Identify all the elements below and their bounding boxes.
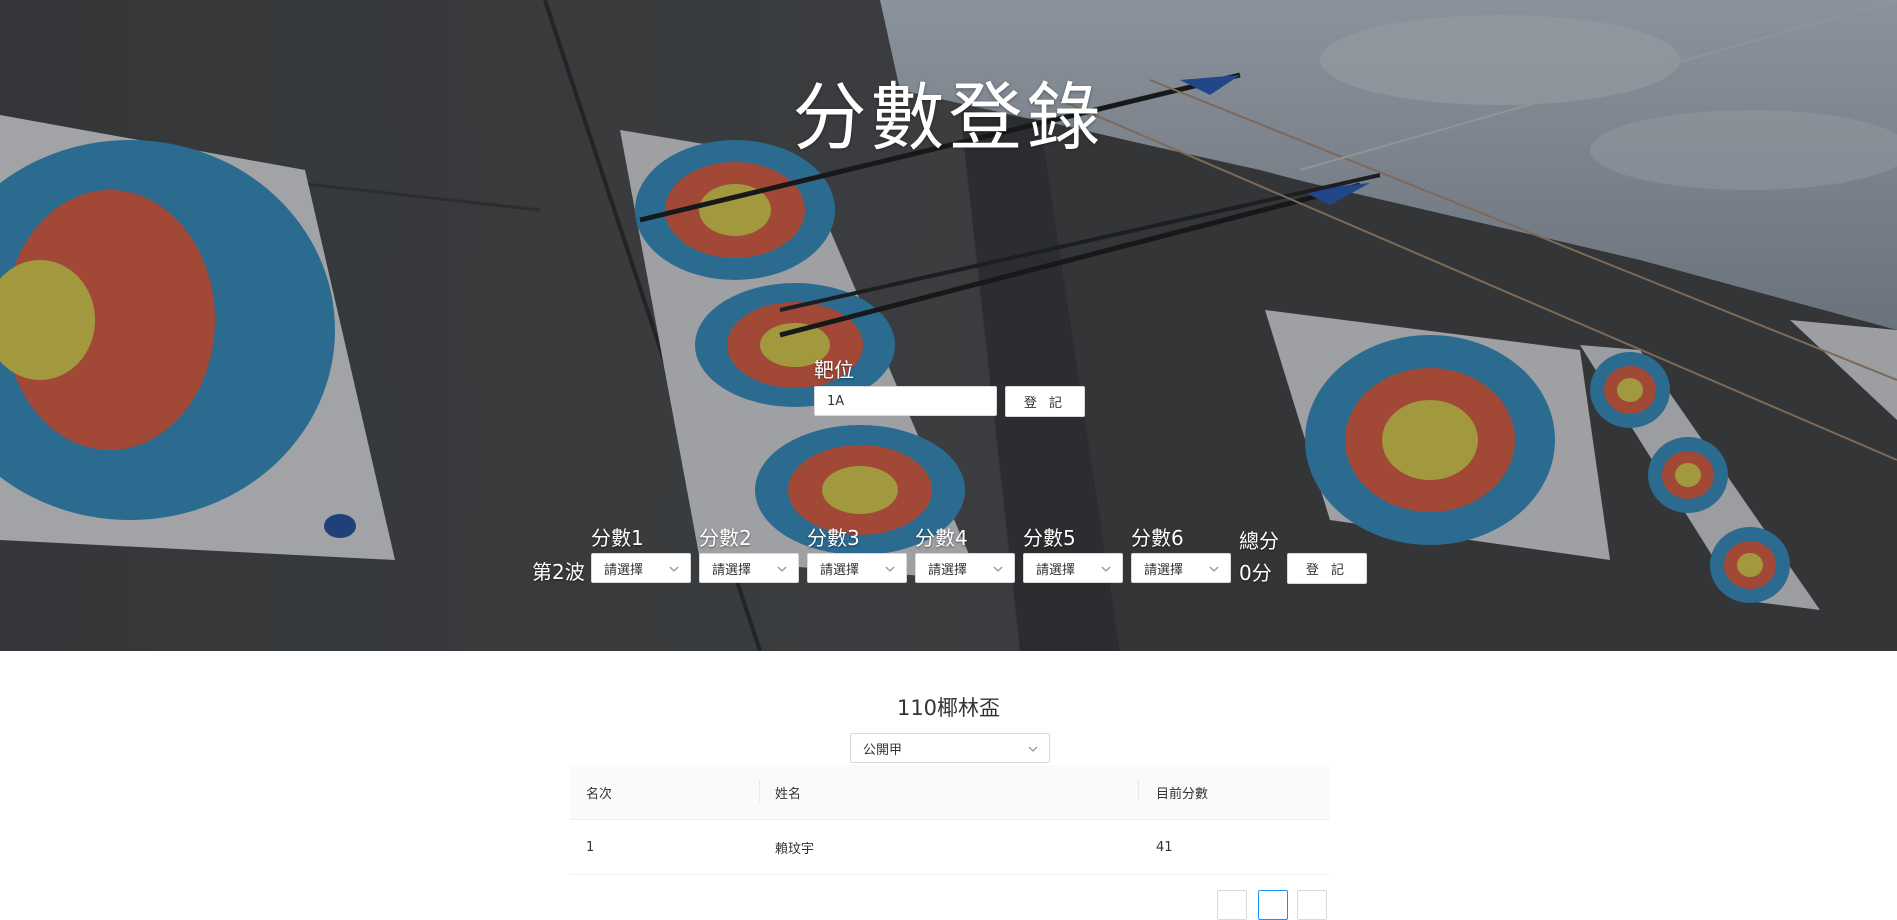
chevron-down-icon [1209, 566, 1219, 572]
score-submit-button[interactable]: 登 記 [1287, 553, 1367, 584]
score1-select-value: 請選擇 [604, 562, 644, 578]
wave-label: 第2波 [532, 560, 585, 584]
group-select-value: 公開甲 [863, 742, 903, 758]
chevron-down-icon [669, 566, 679, 572]
column-divider [759, 780, 760, 802]
score5-select-value: 請選擇 [1036, 562, 1076, 578]
score3-select-value: 請選擇 [820, 562, 860, 578]
cell-name: 賴玟宇 [775, 841, 815, 857]
score3-select[interactable]: 請選擇 [807, 553, 907, 583]
score2-label: 分數2 [699, 526, 752, 550]
table-header: 名次 姓名 目前分數 [570, 765, 1330, 820]
cell-rank: 1 [586, 839, 595, 855]
column-divider [1138, 780, 1139, 802]
column-header-rank: 名次 [586, 786, 613, 802]
ranking-table: 名次 姓名 目前分數 1 賴玟宇 41 [570, 765, 1330, 875]
score4-select[interactable]: 請選擇 [915, 553, 1015, 583]
score4-label: 分數4 [915, 526, 968, 550]
group-select[interactable]: 公開甲 [850, 733, 1050, 763]
target-input[interactable]: 1A [814, 386, 997, 416]
chevron-down-icon [885, 566, 895, 572]
column-header-name: 姓名 [775, 786, 802, 802]
score6-select-value: 請選擇 [1144, 562, 1184, 578]
pagination-next-button[interactable] [1297, 890, 1327, 920]
score4-select-value: 請選擇 [928, 562, 968, 578]
pagination-page-button[interactable] [1258, 890, 1288, 920]
score5-label: 分數5 [1023, 526, 1076, 550]
score3-label: 分數3 [807, 526, 860, 550]
score5-select[interactable]: 請選擇 [1023, 553, 1123, 583]
chevron-down-icon [1028, 746, 1038, 752]
target-submit-button[interactable]: 登 記 [1005, 386, 1085, 417]
score2-select-value: 請選擇 [712, 562, 752, 578]
table-row: 1 賴玟宇 41 [570, 820, 1330, 875]
score1-label: 分數1 [591, 526, 644, 550]
target-label: 靶位 [814, 358, 854, 382]
hero-banner: 分數登錄 靶位 1A 登 記 第2波 分數1 請選擇 分數2 請選擇 分數3 請… [0, 0, 1897, 651]
column-header-score: 目前分數 [1156, 786, 1209, 802]
total-label: 總分 [1239, 529, 1279, 553]
chevron-down-icon [1101, 566, 1111, 572]
page-title: 分數登錄 [792, 75, 1105, 161]
competition-title: 110椰林盃 [896, 696, 1001, 720]
score1-select[interactable]: 請選擇 [591, 553, 691, 583]
pagination-prev-button[interactable] [1217, 890, 1247, 920]
chevron-down-icon [993, 566, 1003, 572]
cell-score: 41 [1156, 839, 1173, 855]
score6-select[interactable]: 請選擇 [1131, 553, 1231, 583]
chevron-down-icon [777, 566, 787, 572]
total-value: 0分 [1239, 561, 1272, 585]
score6-label: 分數6 [1131, 526, 1184, 550]
score2-select[interactable]: 請選擇 [699, 553, 799, 583]
